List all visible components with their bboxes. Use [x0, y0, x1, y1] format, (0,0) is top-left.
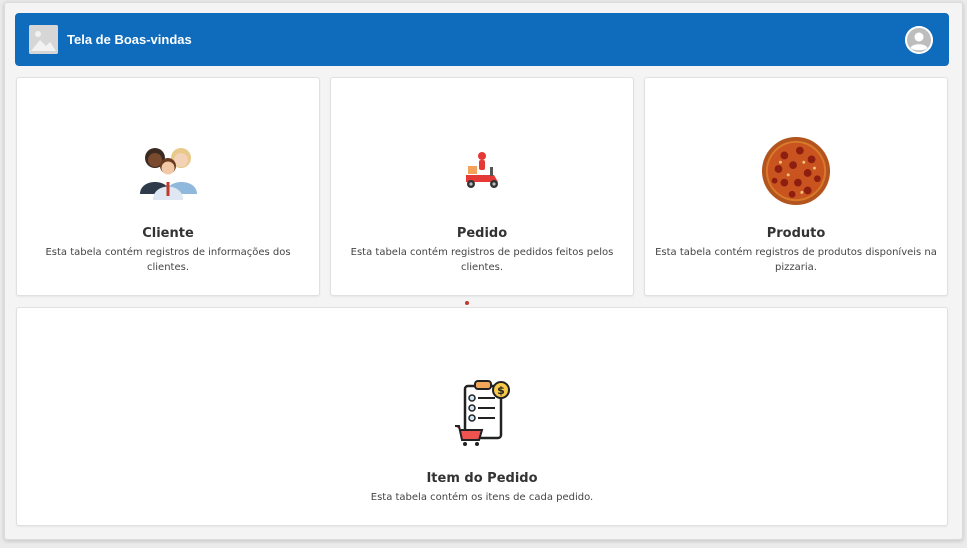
card-cliente[interactable]: Cliente Esta tabela contém registros de … — [16, 77, 320, 296]
page-title: Tela de Boas-vindas — [67, 32, 192, 47]
card-title: Produto — [766, 226, 826, 241]
card-description: Esta tabela contém registros de informaç… — [45, 247, 291, 273]
card-title: Cliente — [142, 226, 194, 241]
customers-group-icon — [133, 136, 203, 206]
pizza-icon — [761, 136, 831, 206]
card-title: Pedido — [456, 226, 508, 241]
card-description: Esta tabela contém registros de produtos… — [655, 247, 937, 273]
card-produto[interactable]: Produto Esta tabela contém registros de … — [644, 77, 948, 296]
app-frame: Tela de Boas-vindas Cliente Esta tabela … — [4, 2, 963, 540]
order-checklist-icon: $ — [447, 378, 517, 448]
user-avatar-icon[interactable] — [905, 25, 933, 54]
card-description: Esta tabela contém os itens de cada pedi… — [370, 492, 594, 503]
card-pedido[interactable]: Pedido Esta tabela contém registros de p… — [330, 77, 634, 296]
indicator-dot — [465, 301, 469, 305]
svg-text:$: $ — [497, 384, 505, 397]
card-title: Item do Pedido — [426, 471, 538, 486]
header-bar: Tela de Boas-vindas — [15, 13, 949, 66]
image-placeholder-icon — [29, 25, 58, 54]
delivery-scooter-icon — [447, 136, 517, 206]
card-description: Esta tabela contém registros de pedidos … — [350, 247, 614, 273]
card-item-do-pedido[interactable]: $ Item do Pedido Esta tabela contém os i… — [16, 307, 948, 526]
